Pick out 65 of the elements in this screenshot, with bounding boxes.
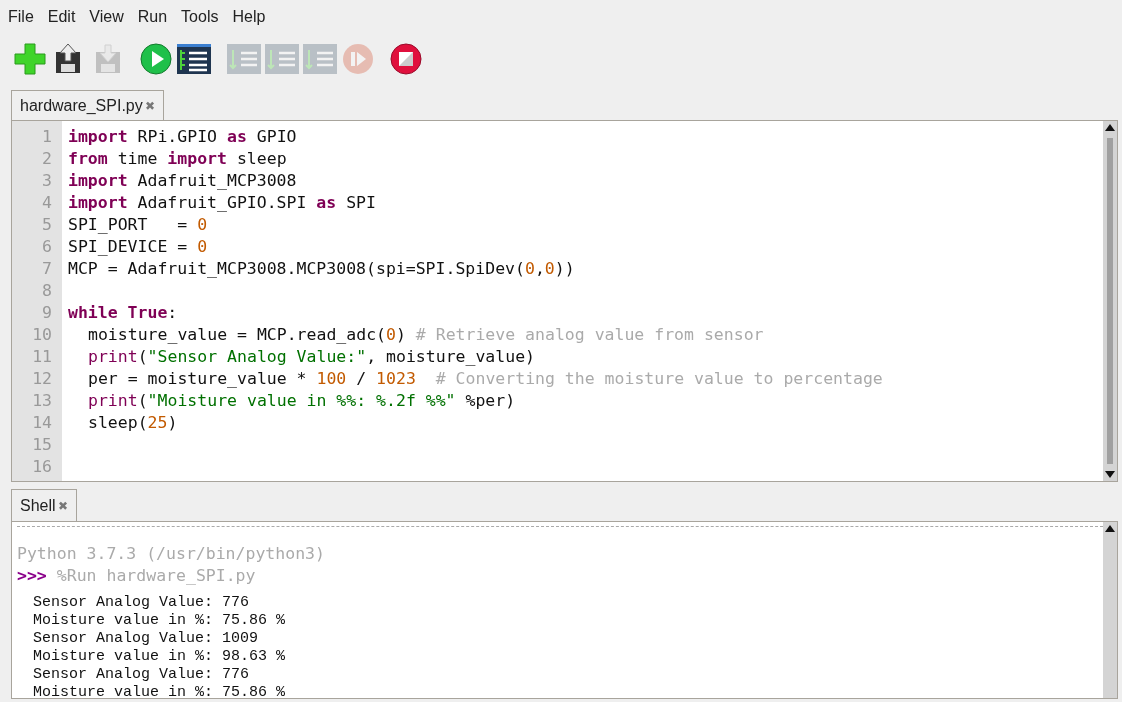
scrollbar[interactable]	[1103, 522, 1117, 698]
banner-text: Python 3.7.3 (/usr/bin/python3)	[17, 543, 326, 565]
code-line: per = moisture_value * 100 / 1023 # Converting the moisture value to percentage	[87, 368, 884, 390]
line-number: 7	[41, 258, 53, 280]
scrollbar[interactable]	[1103, 121, 1117, 481]
shell-output-line: Moisture value in %: 75.86 %	[32, 684, 287, 698]
line-number: 1	[41, 126, 53, 148]
menu-item[interactable]: Edit	[39, 6, 82, 34]
indented-list-icon	[265, 44, 299, 74]
close-icon[interactable]: ✖	[57, 498, 68, 513]
code-line: sleep(25)	[87, 412, 179, 434]
line-number: 15	[31, 434, 53, 456]
shell-output-line: Moisture value in %: 98.63 %	[32, 648, 287, 666]
line-number: 13	[31, 390, 53, 412]
line-number: 4	[41, 192, 53, 214]
line-number: 3	[41, 170, 53, 192]
menu-item[interactable]: Help	[224, 6, 272, 34]
file-tab[interactable]: Shell✖	[11, 489, 77, 521]
floppy-upload-icon	[55, 44, 81, 74]
line-number: 10	[31, 324, 53, 346]
line-number: 6	[41, 236, 53, 258]
indented-list-icon	[303, 44, 337, 74]
line-number: 9	[41, 302, 53, 324]
code-line: print("Moisture value in %%: %.2f %%" %per)	[87, 390, 517, 412]
line-number: 16	[31, 456, 53, 478]
code-line: SPI_DEVICE = 0	[68, 236, 209, 258]
shell-output-line: Sensor Analog Value: 776	[32, 594, 251, 612]
menu-item[interactable]: View	[81, 6, 130, 34]
menu-item[interactable]: Run	[129, 6, 174, 34]
shell-command: %Run hardware_SPI.py	[56, 565, 256, 587]
line-number: 5	[41, 214, 53, 236]
file-tab[interactable]: hardware_SPI.py✖	[11, 90, 164, 120]
menu-item[interactable]: Tools	[173, 6, 225, 34]
toolbar-button[interactable]	[388, 41, 424, 77]
code-line: print("Sensor Analog Value:", moisture_value)	[87, 346, 537, 368]
list-icon	[177, 44, 211, 74]
shell-prompt: >>>	[17, 565, 47, 587]
line-number: 8	[41, 280, 53, 302]
stop-icon	[390, 43, 422, 75]
indented-list-icon	[227, 44, 261, 74]
code-line: SPI_PORT = 0	[68, 214, 209, 236]
code-line: MCP = Adafruit_MCP3008.MCP3008(spi=SPI.SpiDev(0,0))	[68, 258, 576, 280]
close-icon[interactable]: ✖	[144, 98, 155, 113]
line-number: 11	[31, 346, 53, 368]
code-line: moisture_value = MCP.read_adc(0) # Retrieve analog value from sensor	[87, 324, 765, 346]
scroll-up-icon[interactable]	[1105, 124, 1115, 131]
shell-output-line: Sensor Analog Value: 1009	[32, 630, 260, 648]
code-line: import RPi.GPIO as GPIO	[68, 126, 298, 148]
shell-output-line: Sensor Analog Value: 776	[32, 666, 251, 684]
toolbar-button[interactable]	[176, 41, 212, 77]
code-line: while True:	[68, 302, 179, 324]
code-line: from time import sleep	[68, 148, 288, 170]
plus-icon	[14, 43, 46, 75]
menu-item[interactable]: File	[0, 6, 40, 34]
scroll-down-icon[interactable]	[1105, 471, 1115, 478]
shell-output-line: Moisture value in %: 75.86 %	[32, 612, 287, 630]
code-line: import Adafruit_MCP3008	[68, 170, 298, 192]
line-number: 12	[31, 368, 53, 390]
play-icon	[140, 43, 172, 75]
line-number: 2	[41, 148, 53, 170]
code-line: import Adafruit_GPIO.SPI as SPI	[68, 192, 377, 214]
resume-icon	[342, 43, 374, 75]
line-number: 14	[31, 412, 53, 434]
scroll-up-icon[interactable]	[1105, 525, 1115, 532]
floppy-download-icon	[95, 44, 121, 74]
